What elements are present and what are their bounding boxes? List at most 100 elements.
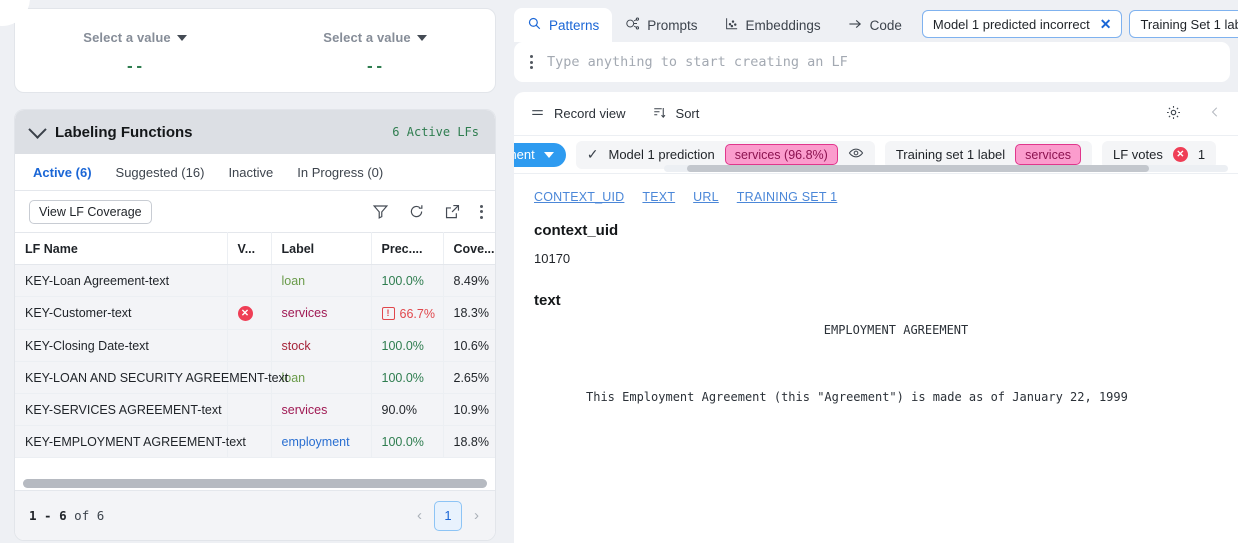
sort-button[interactable]: Sort (652, 105, 700, 123)
previous-page-button[interactable]: ‹ (415, 507, 424, 524)
value-selectors-card: Select a value -- Select a value -- (14, 8, 496, 93)
filter-chip-training-set-labels-incorrect[interactable]: Training Set 1 labels incorrect (1129, 10, 1238, 38)
training-set-badge: services (1015, 144, 1082, 165)
scrollbar-thumb[interactable] (23, 479, 487, 488)
lf-label-cell: services (271, 393, 372, 426)
table-row[interactable]: KEY-SERVICES AGREEMENT-text services 90.… (15, 393, 495, 426)
table-row[interactable]: KEY-EMPLOYMENT AGREEMENT-text employment… (15, 425, 495, 458)
lf-name-cell[interactable]: KEY-SERVICES AGREEMENT-text (15, 393, 228, 426)
value-selector-2-text: Select a value (323, 30, 411, 45)
record-view-label: Record view (554, 106, 626, 121)
sort-icon (652, 105, 667, 123)
lf-toolbar: View LF Coverage (15, 191, 495, 232)
column-header-coverage[interactable]: Cove... (443, 232, 495, 265)
filter-chip-model-predicted-incorrect[interactable]: Model 1 predicted incorrect ✕ (921, 10, 1123, 38)
tab-patterns-label: Patterns (549, 17, 600, 33)
lf-creation-bar (514, 42, 1230, 82)
tab-active-lfs[interactable]: Active (6) (33, 165, 92, 180)
more-options-icon[interactable] (530, 55, 533, 69)
lf-name-cell[interactable]: KEY-Closing Date-text (15, 329, 228, 362)
lf-label-cell: loan (271, 264, 372, 297)
lf-name-cell[interactable]: KEY-Loan Agreement-text (15, 264, 228, 297)
table-row[interactable]: KEY-Loan Agreement-text loan 100.0% 8.49… (15, 264, 495, 297)
chevron-down-icon[interactable] (28, 119, 47, 139)
lf-coverage-cell: 2.65% (443, 361, 495, 394)
value-selector-2-label[interactable]: Select a value (323, 30, 427, 45)
tab-code[interactable]: Code (834, 8, 915, 42)
table-header-row: LF Name V... Label Prec.... Cove... (15, 232, 495, 265)
lf-name-cell[interactable]: KEY-EMPLOYMENT AGREEMENT-text (15, 425, 246, 458)
tab-prompts[interactable]: Prompts (612, 8, 710, 42)
model-prediction-badge: services (96.8%) (724, 144, 838, 165)
lf-precision-cell: 100.0% (371, 425, 444, 458)
pagination-info: 1 - 6 of 6 (29, 508, 104, 523)
lf-precision-text: 66.7% (399, 306, 435, 321)
text-field-title: text (534, 292, 561, 309)
record-metadata-scrollbar[interactable] (664, 165, 1228, 172)
eye-icon[interactable] (848, 145, 864, 164)
chevron-left-icon[interactable] (1208, 105, 1222, 122)
value-selector-1-label[interactable]: Select a value (83, 30, 187, 45)
tab-patterns[interactable]: Patterns (514, 8, 613, 42)
error-circle-icon: ✕ (1172, 147, 1188, 162)
filter-chip-label: Model 1 predicted incorrect (932, 16, 1090, 32)
field-tab-text[interactable]: TEXT (642, 190, 675, 204)
column-header-lf-name[interactable]: LF Name (15, 232, 228, 265)
value-selector-1[interactable]: Select a value -- (15, 30, 255, 75)
lf-name-text: KEY-Closing Date-text (25, 338, 149, 353)
labeling-functions-card: Labeling Functions 6 Active LFs Active (… (14, 109, 496, 541)
lf-name-text: KEY-LOAN AND SECURITY AGREEMENT-text (25, 370, 289, 385)
record-view-panel: Record view Sort ent ✓ Model 1 predictio… (514, 92, 1238, 543)
pagination-of: of (74, 508, 90, 523)
sort-label: Sort (675, 106, 700, 121)
column-header-votes[interactable]: V... (227, 232, 272, 265)
ground-truth-label-pill[interactable]: ployment (514, 142, 566, 167)
lf-label-cell: employment (271, 425, 372, 458)
lf-precision-cell: 90.0% (371, 393, 444, 426)
lf-label-text: services (281, 402, 328, 417)
tab-embeddings[interactable]: Embeddings (711, 8, 834, 42)
lf-creation-input[interactable] (547, 54, 1220, 70)
gear-icon[interactable] (1165, 104, 1182, 124)
field-tab-url[interactable]: URL (693, 190, 719, 204)
column-header-precision[interactable]: Prec.... (371, 232, 444, 265)
record-metadata-bar: ployment ✓ Model 1 prediction services (… (514, 136, 1238, 174)
lf-table: LF Name V... Label Prec.... Cove... KEY-… (15, 232, 495, 458)
pagination-controls: ‹ 1 › (415, 500, 481, 531)
tab-inactive-lfs[interactable]: Inactive (228, 165, 273, 180)
field-tab-training-set-1[interactable]: TRAINING SET 1 (737, 190, 838, 204)
page-number-button[interactable]: 1 (434, 500, 462, 531)
table-row[interactable]: KEY-Closing Date-text stock 100.0% 10.6% (15, 329, 495, 362)
lf-label-text: employment (281, 434, 350, 449)
left-panel: Select a value -- Select a value -- Labe… (0, 0, 510, 543)
lf-precision-text: 100.0% (381, 370, 424, 385)
lf-name-cell[interactable]: KEY-Customer-text (15, 296, 228, 330)
value-selector-1-text: Select a value (83, 30, 171, 45)
table-row[interactable]: KEY-Customer-text ✕ services ! 66.7% 18.… (15, 296, 495, 330)
filter-icon[interactable] (372, 203, 389, 220)
table-row[interactable]: KEY-LOAN AND SECURITY AGREEMENT-text loa… (15, 361, 495, 394)
more-options-icon[interactable] (480, 204, 483, 219)
view-lf-coverage-button[interactable]: View LF Coverage (29, 199, 152, 224)
lf-votes-count: 1 (1197, 147, 1206, 162)
next-page-button[interactable]: › (472, 507, 481, 524)
scrollbar-thumb[interactable] (686, 165, 1150, 172)
lf-precision-text: 100.0% (381, 434, 424, 449)
active-lf-count: 6 Active LFs (392, 125, 479, 139)
labeling-functions-header[interactable]: Labeling Functions 6 Active LFs (15, 110, 495, 154)
export-icon[interactable] (444, 203, 461, 220)
lf-precision-cell: 100.0% (371, 264, 444, 297)
app-root: Select a value -- Select a value -- Labe… (0, 0, 1238, 543)
tab-suggested-lfs[interactable]: Suggested (16) (116, 165, 205, 180)
close-icon[interactable]: ✕ (1100, 16, 1112, 33)
tab-in-progress-lfs[interactable]: In Progress (0) (297, 165, 383, 180)
model-prediction-label: Model 1 prediction (608, 147, 715, 162)
field-tab-context-uid[interactable]: CONTEXT_UID (534, 190, 624, 204)
record-view-button[interactable]: Record view (530, 105, 626, 123)
lf-table-horizontal-scrollbar[interactable] (23, 479, 487, 488)
value-selector-2[interactable]: Select a value -- (255, 30, 495, 75)
column-header-label[interactable]: Label (271, 232, 372, 265)
refresh-icon[interactable] (408, 203, 425, 220)
lf-name-cell[interactable]: KEY-LOAN AND SECURITY AGREEMENT-text (15, 361, 288, 394)
lf-votes-label: LF votes (1113, 147, 1163, 162)
